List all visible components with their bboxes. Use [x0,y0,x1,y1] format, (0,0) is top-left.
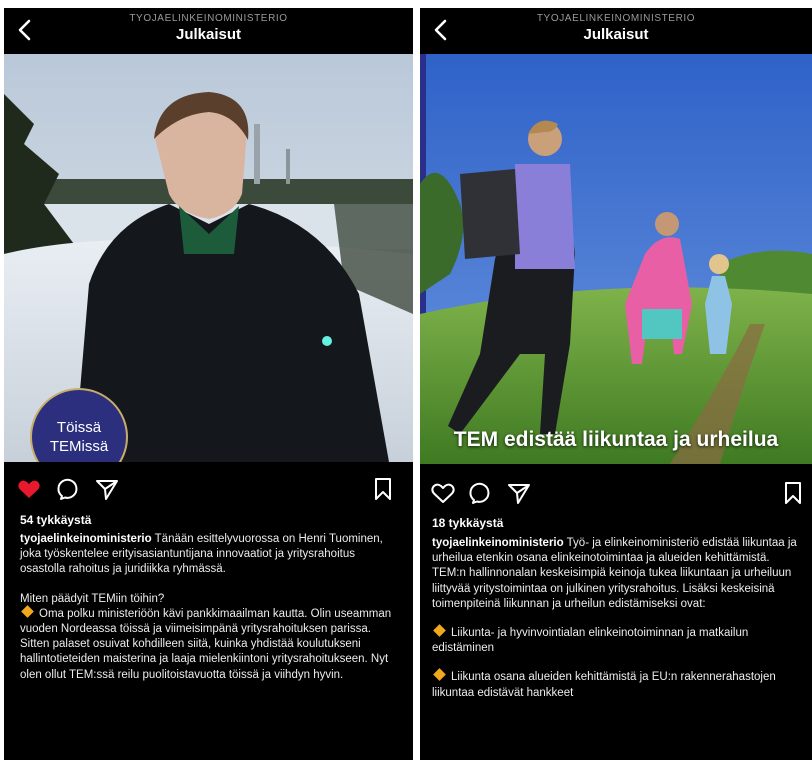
orange-diamond-icon [433,668,446,682]
top-bar: TYOJAELINKEINOMINISTERIO Julkaisut [4,8,413,54]
top-bar: TYOJAELINKEINOMINISTERIO Julkaisut [420,8,812,54]
post-caption: tyojaelinkeinoministerio Tänään esittely… [20,532,403,683]
caption-question: Miten päädyit TEMiin töihin? [20,592,165,605]
action-bar [4,474,413,504]
caption-bullet-1: Liikunta- ja hyvinvointialan elinkeinoto… [432,627,749,655]
header-title: Julkaisut [583,26,649,43]
share-icon[interactable] [506,480,532,506]
likes-count[interactable]: 18 tykkäystä [432,516,503,530]
share-icon[interactable] [94,476,120,502]
header-username: TYOJAELINKEINOMINISTERIO [129,13,288,24]
comment-icon[interactable] [56,476,82,502]
caption-username[interactable]: tyojaelinkeinoministerio [432,537,564,549]
post-caption: tyojaelinkeinoministerio Työ- ja elinkei… [432,536,802,701]
badge-line-1: Töissä [56,419,102,436]
caption-answer: Oma polku ministeriöön kävi pankkimaailm… [20,607,392,681]
action-bar [420,478,812,508]
bookmark-icon[interactable] [780,480,806,506]
instagram-post-left: TYOJAELINKEINOMINISTERIO Julkaisut Töiss… [4,8,413,760]
heart-icon[interactable] [430,480,456,506]
header-title: Julkaisut [175,26,242,43]
hiking-photo [420,54,812,464]
orange-diamond-icon [21,604,34,618]
instagram-post-right: TYOJAELINKEINOMINISTERIO Julkaisut TEM e… [420,8,812,760]
bookmark-icon[interactable] [370,476,396,502]
comment-icon[interactable] [468,480,494,506]
caption-bullet-2: Liikunta osana alueiden kehittämistä ja … [432,671,776,699]
caption-username[interactable]: tyojaelinkeinoministerio [20,533,152,545]
image-caption: TEM edistää liikuntaa ja urheilua [453,428,779,451]
likes-count[interactable]: 54 tykkäystä [20,513,91,527]
post-image[interactable]: Töissä TEMissä [4,54,413,462]
badge-line-2: TEMissä [49,438,109,455]
post-image[interactable]: TEM edistää liikuntaa ja urheilua [420,54,812,464]
heart-icon[interactable] [16,476,42,502]
orange-diamond-icon [433,624,446,637]
header-username: TYOJAELINKEINOMINISTERIO [536,13,696,24]
